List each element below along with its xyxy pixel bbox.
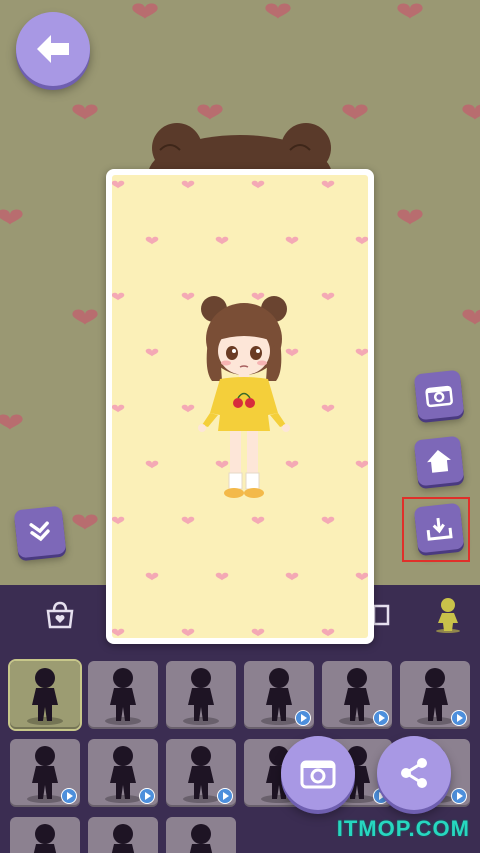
video-badge-icon <box>139 788 155 804</box>
card-heart <box>321 292 335 301</box>
bag-lock-icon[interactable] <box>44 599 76 631</box>
card-heart <box>112 292 125 301</box>
back-button[interactable] <box>16 12 90 86</box>
card-heart <box>145 236 159 245</box>
video-badge-icon <box>295 710 311 726</box>
preview-background <box>112 175 368 638</box>
pose-tile[interactable] <box>88 661 158 729</box>
camera-icon <box>425 385 453 408</box>
card-heart <box>321 180 335 189</box>
video-badge-icon <box>373 710 389 726</box>
card-heart <box>181 628 195 637</box>
pose-tile[interactable] <box>10 739 80 807</box>
camera-icon <box>300 760 336 789</box>
pose-tile[interactable] <box>166 661 236 729</box>
video-badge-icon <box>451 710 467 726</box>
background-heart <box>72 514 98 530</box>
background-heart <box>72 309 98 325</box>
video-badge-icon <box>217 788 233 804</box>
card-heart <box>181 404 195 413</box>
card-heart <box>112 180 125 189</box>
pose-silhouette <box>189 824 213 853</box>
pose-silhouette <box>27 668 63 725</box>
pose-tile[interactable] <box>8 659 82 731</box>
card-heart <box>321 516 335 525</box>
background-heart <box>342 104 368 120</box>
download-highlight-box <box>402 497 470 562</box>
card-heart <box>355 348 368 357</box>
home-button[interactable] <box>413 435 465 487</box>
card-heart <box>355 236 368 245</box>
card-heart <box>145 460 159 469</box>
card-heart <box>355 460 368 469</box>
card-heart <box>145 572 159 581</box>
share-icon <box>401 758 427 788</box>
pose-tile[interactable] <box>88 817 158 853</box>
background-heart <box>397 3 423 19</box>
card-heart <box>181 516 195 525</box>
pose-tile[interactable] <box>166 817 236 853</box>
background-heart <box>0 414 23 430</box>
card-heart <box>251 180 265 189</box>
card-heart <box>321 628 335 637</box>
card-heart <box>181 292 195 301</box>
pose-silhouette <box>33 824 57 853</box>
card-heart <box>112 628 125 637</box>
background-heart <box>462 104 480 120</box>
pose-tile[interactable] <box>400 661 470 729</box>
pose-silhouette <box>183 668 219 725</box>
pose-silhouette <box>105 668 141 725</box>
card-heart <box>285 236 299 245</box>
pose-tile[interactable] <box>10 817 80 853</box>
share-button[interactable] <box>377 736 451 810</box>
home-icon <box>427 450 451 473</box>
card-heart <box>321 404 335 413</box>
background-heart <box>197 104 223 120</box>
background-heart <box>462 309 480 325</box>
arrow-left-icon <box>37 35 69 63</box>
screenshot-button[interactable] <box>281 736 355 810</box>
card-heart <box>181 180 195 189</box>
preview-card <box>106 169 374 644</box>
pose-tile[interactable] <box>244 661 314 729</box>
pose-tile[interactable] <box>88 739 158 807</box>
card-heart <box>215 236 229 245</box>
background-heart <box>0 209 23 225</box>
camera-side-button[interactable] <box>413 369 465 421</box>
character-figure <box>198 296 290 498</box>
background-heart <box>72 104 98 120</box>
background-heart <box>132 3 158 19</box>
card-heart <box>112 404 125 413</box>
character-icon[interactable] <box>434 597 462 633</box>
pose-tile[interactable] <box>166 739 236 807</box>
double-chevron-down-icon <box>29 521 50 542</box>
card-heart <box>285 572 299 581</box>
background-heart <box>397 209 423 225</box>
frame-icon[interactable] <box>372 603 390 627</box>
card-heart <box>355 572 368 581</box>
pose-silhouette <box>111 824 135 853</box>
video-badge-icon <box>61 788 77 804</box>
background-heart <box>265 3 291 19</box>
card-heart <box>215 572 229 581</box>
video-badge-icon <box>451 788 467 804</box>
pose-tile[interactable] <box>322 661 392 729</box>
card-heart <box>145 348 159 357</box>
watermark-text: ITMOP.COM <box>336 816 470 841</box>
card-heart <box>251 628 265 637</box>
collapse-button[interactable] <box>13 505 67 559</box>
card-heart <box>112 516 125 525</box>
